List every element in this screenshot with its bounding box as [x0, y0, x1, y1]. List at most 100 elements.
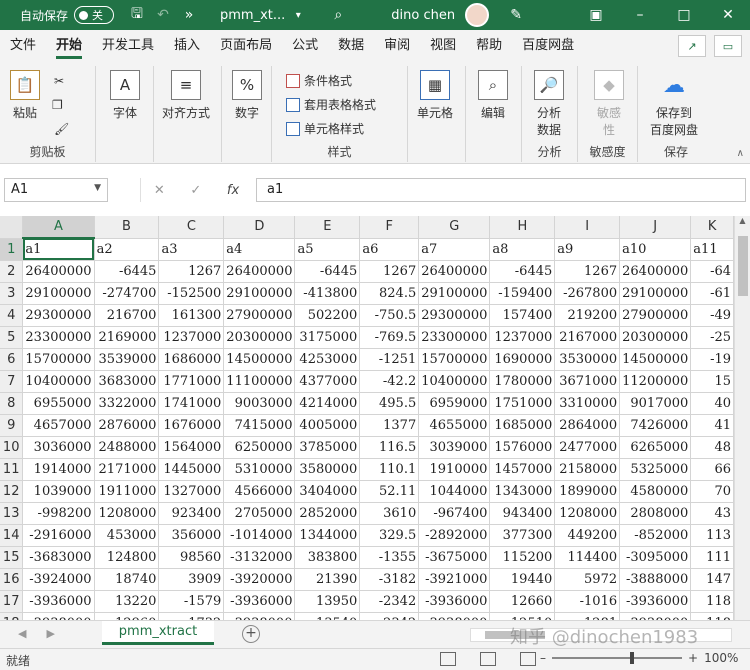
cell[interactable]: 27900000: [619, 304, 692, 327]
cell[interactable]: 113: [690, 524, 734, 547]
cell[interactable]: 4214000: [294, 392, 361, 415]
cell[interactable]: -25: [690, 326, 734, 349]
cell[interactable]: 9017000: [619, 392, 692, 415]
cell[interactable]: -3938000: [22, 612, 95, 620]
cell[interactable]: 4377000: [294, 370, 361, 393]
cell[interactable]: -3920000: [223, 568, 296, 591]
cell[interactable]: 4253000: [294, 348, 361, 371]
zoom-slider[interactable]: [552, 652, 682, 664]
cell[interactable]: 1910000: [418, 458, 491, 481]
cell[interactable]: 1267: [158, 260, 225, 283]
cell[interactable]: 12660: [489, 590, 556, 613]
cell[interactable]: 124800: [94, 546, 160, 569]
cell[interactable]: -159400: [489, 282, 556, 305]
undo-icon[interactable]: ↶: [150, 2, 176, 28]
cell[interactable]: 329.5: [359, 524, 420, 547]
zoom-control[interactable]: – + 100%: [540, 651, 738, 665]
cell[interactable]: 2488000: [94, 436, 160, 459]
cell[interactable]: -6445: [294, 260, 361, 283]
share-icon[interactable]: ↗: [678, 35, 706, 57]
enter-icon[interactable]: ✓: [190, 183, 201, 198]
cell[interactable]: 6955000: [22, 392, 95, 415]
page-break-view-icon[interactable]: [520, 652, 536, 666]
cell[interactable]: 26400000: [418, 260, 491, 283]
cell[interactable]: -1281: [554, 612, 621, 620]
row-header[interactable]: 9: [0, 414, 24, 437]
cell-style-button[interactable]: 单元格样式: [286, 120, 364, 137]
avatar[interactable]: [465, 3, 490, 27]
cell[interactable]: 216700: [94, 304, 160, 327]
cell[interactable]: 118: [690, 590, 734, 613]
cell[interactable]: 3671000: [554, 370, 621, 393]
sheet-nav-arrows-icon[interactable]: ◀▶: [18, 627, 75, 640]
cell[interactable]: -1579: [158, 590, 225, 613]
row-header[interactable]: 18: [0, 612, 24, 620]
more-commands-icon[interactable]: »: [176, 2, 202, 28]
row-header[interactable]: 10: [0, 436, 24, 459]
cell[interactable]: 161300: [158, 304, 225, 327]
cell[interactable]: a8: [489, 238, 556, 261]
cell[interactable]: 11100000: [223, 370, 296, 393]
row-header[interactable]: 17: [0, 590, 24, 613]
cell[interactable]: 48: [690, 436, 734, 459]
cell[interactable]: a9: [554, 238, 621, 261]
cell[interactable]: 2167000: [554, 326, 621, 349]
cell[interactable]: 3610: [359, 502, 420, 525]
cell[interactable]: 6959000: [418, 392, 491, 415]
select-all-corner[interactable]: [0, 216, 24, 239]
cell[interactable]: 19440: [489, 568, 556, 591]
function-icon[interactable]: fx: [227, 183, 239, 198]
cell[interactable]: 5325000: [619, 458, 692, 481]
column-header[interactable]: D: [223, 216, 296, 239]
cell[interactable]: 26400000: [22, 260, 95, 283]
cell[interactable]: 1208000: [554, 502, 621, 525]
row-header[interactable]: 15: [0, 546, 24, 569]
cell[interactable]: 7426000: [619, 414, 692, 437]
comments-icon[interactable]: ▭: [714, 35, 742, 57]
cell[interactable]: 1044000: [418, 480, 491, 503]
vertical-scrollbar[interactable]: ▲: [734, 216, 750, 620]
cell[interactable]: 1327000: [158, 480, 225, 503]
cell[interactable]: 20300000: [619, 326, 692, 349]
cell[interactable]: 4655000: [418, 414, 491, 437]
formula-input[interactable]: a1: [256, 178, 746, 202]
cell[interactable]: 3039000: [418, 436, 491, 459]
cell[interactable]: 23300000: [22, 326, 95, 349]
cancel-icon[interactable]: ✕: [154, 183, 165, 198]
cell[interactable]: -274700: [94, 282, 160, 305]
save-baidu-button[interactable]: ☁ 保存到 百度网盘: [650, 70, 698, 138]
cell[interactable]: 26400000: [223, 260, 296, 283]
cell[interactable]: 1690000: [489, 348, 556, 371]
cell[interactable]: 98560: [158, 546, 225, 569]
column-header[interactable]: B: [94, 216, 160, 239]
cell[interactable]: 3175000: [294, 326, 361, 349]
scroll-up-icon[interactable]: ▲: [735, 216, 750, 232]
column-header[interactable]: G: [418, 216, 491, 239]
cell[interactable]: -64: [690, 260, 734, 283]
row-header[interactable]: 4: [0, 304, 24, 327]
conditional-format-button[interactable]: 条件格式: [286, 72, 352, 89]
cell[interactable]: -1251: [359, 348, 420, 371]
cell[interactable]: 356000: [158, 524, 225, 547]
cell[interactable]: 2852000: [294, 502, 361, 525]
cell[interactable]: -998200: [22, 502, 95, 525]
pen-icon[interactable]: ✎: [503, 2, 529, 28]
cell[interactable]: 1780000: [489, 370, 556, 393]
row-header[interactable]: 6: [0, 348, 24, 371]
number-button[interactable]: % 数字: [232, 70, 262, 121]
cell[interactable]: 1914000: [22, 458, 95, 481]
cell[interactable]: 2477000: [554, 436, 621, 459]
cell[interactable]: 383800: [294, 546, 361, 569]
cell[interactable]: 2876000: [94, 414, 160, 437]
cell[interactable]: 1564000: [158, 436, 225, 459]
column-header[interactable]: J: [619, 216, 692, 239]
cell[interactable]: -852000: [619, 524, 692, 547]
row-header[interactable]: 1: [0, 238, 24, 261]
row-header[interactable]: 12: [0, 480, 24, 503]
cell[interactable]: -3683000: [22, 546, 95, 569]
cell[interactable]: a4: [223, 238, 296, 261]
cell[interactable]: 3322000: [94, 392, 160, 415]
column-header[interactable]: A: [22, 216, 95, 239]
cell[interactable]: 1267: [359, 260, 420, 283]
cell[interactable]: 157400: [489, 304, 556, 327]
